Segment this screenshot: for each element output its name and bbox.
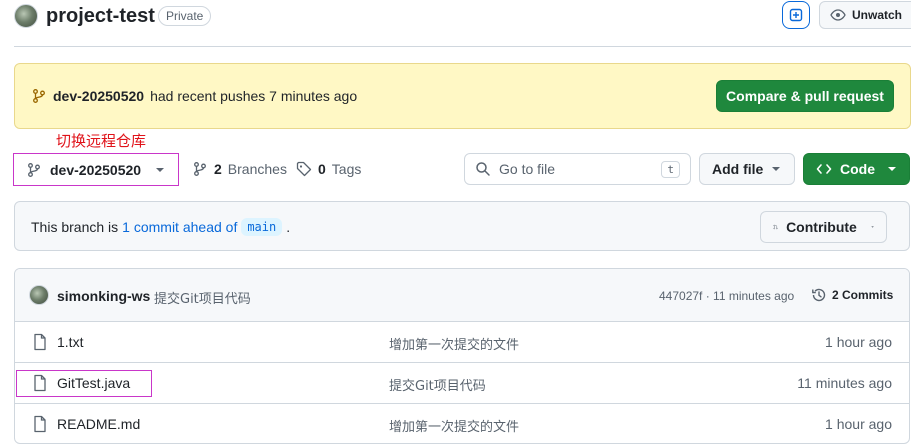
file-name[interactable]: README.md <box>57 416 140 432</box>
history-icon <box>812 288 826 302</box>
branch-icon <box>28 162 40 177</box>
branches-link[interactable]: 2 Branches <box>192 161 287 177</box>
branch-status-prefix: This branch is <box>31 219 119 235</box>
base-branch-chip[interactable]: main <box>241 218 283 236</box>
commit-author[interactable]: simonking-ws <box>57 288 150 304</box>
code-label: Code <box>840 161 875 177</box>
compare-pull-request-button[interactable]: Compare & pull request <box>716 80 894 112</box>
file-commit-time: 1 hour ago <box>825 416 892 432</box>
go-to-file-placeholder: Go to file <box>499 161 556 177</box>
branch-icon <box>33 89 45 103</box>
latest-commit-row: simonking-ws 提交Git项目代码 447027f · 11 minu… <box>15 269 909 322</box>
branch-status-suffix: . <box>286 219 291 235</box>
file-name[interactable]: 1.txt <box>57 334 83 350</box>
visibility-badge: Private <box>158 6 212 26</box>
file-table: simonking-ws 提交Git项目代码 447027f · 11 minu… <box>14 268 910 444</box>
go-to-file-shortcut: t <box>661 160 680 178</box>
recent-push-message: dev-20250520 had recent pushes 7 minutes… <box>31 88 357 104</box>
commit-hash-time[interactable]: 447027f · 11 minutes ago <box>659 289 794 303</box>
current-branch-label: dev-20250520 <box>50 161 142 178</box>
chevron-down-icon <box>156 167 165 172</box>
branch-status-box: This branch is 1 commit ahead of main . … <box>14 201 910 251</box>
pin-repo-button[interactable] <box>782 1 810 29</box>
branch-status-text: This branch is 1 commit ahead of main . <box>31 218 290 236</box>
file-highlight-annotation <box>16 370 152 397</box>
header-divider <box>14 46 911 47</box>
tags-link[interactable]: 0 Tags <box>296 161 361 177</box>
file-icon <box>34 415 46 433</box>
recent-push-banner: dev-20250520 had recent pushes 7 minutes… <box>14 63 911 129</box>
commits-ahead-link[interactable]: 1 commit ahead of <box>122 219 237 235</box>
tags-label: Tags <box>331 161 362 177</box>
repo-name[interactable]: project-test <box>46 5 155 28</box>
branch-selector[interactable]: dev-20250520 <box>13 153 179 186</box>
add-file-button[interactable]: Add file <box>699 153 795 185</box>
pull-request-icon <box>773 224 778 230</box>
file-commit-message[interactable]: 增加第一次提交的文件 <box>389 416 519 435</box>
chevron-down-icon <box>772 167 781 171</box>
branches-count: 2 <box>214 161 222 177</box>
code-icon <box>816 164 832 174</box>
file-icon <box>34 333 46 351</box>
chevron-down-icon <box>888 167 896 171</box>
commit-author-avatar[interactable] <box>29 285 49 305</box>
recent-push-text: had recent pushes 7 minutes ago <box>150 88 358 104</box>
search-icon <box>476 162 490 176</box>
unwatch-label: Unwatch <box>852 8 903 22</box>
file-commit-time: 1 hour ago <box>825 334 892 350</box>
file-commit-message[interactable]: 提交Git项目代码 <box>389 375 486 394</box>
pin-icon <box>789 8 803 22</box>
eye-icon <box>830 9 846 21</box>
latest-commit-message[interactable]: 提交Git项目代码 <box>154 288 251 307</box>
unwatch-button[interactable]: Unwatch <box>819 1 911 29</box>
tags-count: 0 <box>318 161 326 177</box>
commits-history-link[interactable]: 2 Commits <box>811 287 893 303</box>
go-to-file-input[interactable]: Go to file t <box>464 153 691 185</box>
commits-count-label: 2 Commits <box>832 288 894 302</box>
add-file-label: Add file <box>712 161 764 177</box>
contribute-label: Contribute <box>786 219 857 235</box>
file-row[interactable]: README.md 增加第一次提交的文件 1 hour ago <box>15 404 909 443</box>
repo-owner-avatar[interactable] <box>14 4 38 28</box>
branch-icon <box>194 162 206 176</box>
file-commit-message[interactable]: 增加第一次提交的文件 <box>389 334 519 353</box>
chevron-down-icon <box>871 226 874 228</box>
branches-label: Branches <box>227 161 287 177</box>
tag-icon <box>296 161 312 177</box>
pushed-branch-name[interactable]: dev-20250520 <box>53 88 144 104</box>
file-commit-time: 11 minutes ago <box>797 375 892 391</box>
code-button[interactable]: Code <box>803 153 910 185</box>
contribute-button[interactable]: Contribute <box>760 211 887 243</box>
file-row[interactable]: 1.txt 增加第一次提交的文件 1 hour ago <box>15 322 909 363</box>
switch-remote-annotation: 切换远程仓库 <box>56 132 147 150</box>
